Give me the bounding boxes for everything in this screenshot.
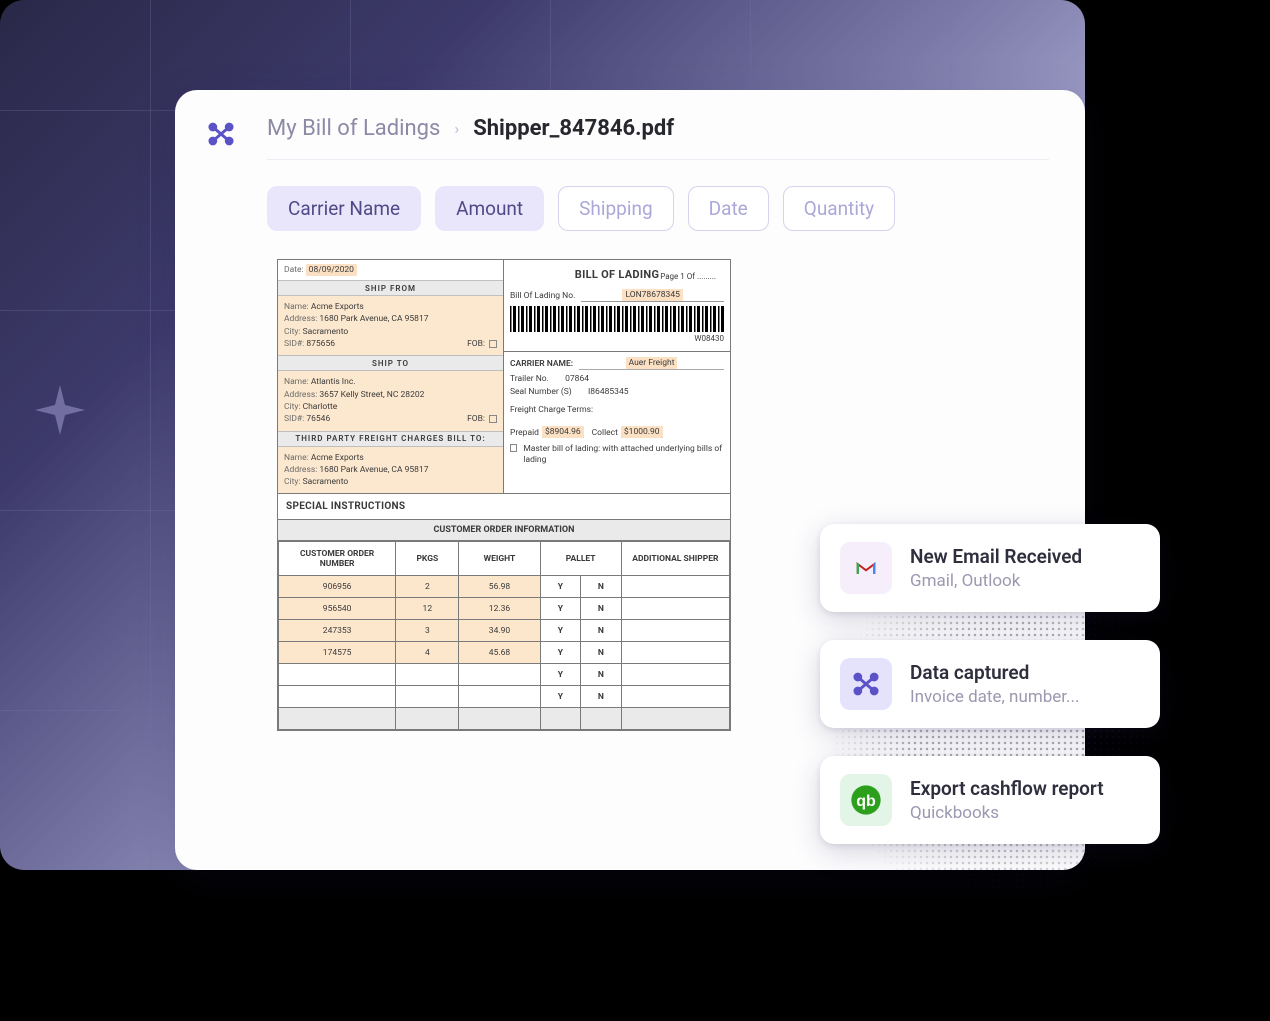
- card-subtitle: Invoice date, number...: [910, 687, 1079, 707]
- collect-value: $1000.90: [621, 426, 663, 438]
- sparkle-icon: [30, 380, 90, 440]
- prepaid-value: $8904.96: [542, 426, 584, 438]
- breadcrumb-current: Shipper_847846.pdf: [473, 116, 674, 141]
- master-label: Master bill of lading: with attached und…: [523, 444, 724, 465]
- chip-date[interactable]: Date: [688, 186, 769, 231]
- bill-of-lading-document: Date: 08/09/2020 SHIP FROM Name: Acme Ex…: [277, 259, 731, 731]
- fob-checkbox[interactable]: [489, 340, 497, 348]
- ship-from-block: Name: Acme Exports Address: 1680 Park Av…: [278, 296, 503, 356]
- svg-text:qb: qb: [856, 793, 876, 810]
- third-party-header: THIRD PARTY FREIGHT CHARGES BILL TO:: [278, 432, 503, 447]
- table-row: 174575445.68YN: [279, 642, 730, 664]
- barcode: [510, 306, 724, 332]
- table-row: YN: [279, 664, 730, 686]
- breadcrumb: My Bill of Ladings › Shipper_847846.pdf: [267, 116, 1049, 160]
- card-title: Data captured: [910, 661, 1079, 684]
- breadcrumb-parent[interactable]: My Bill of Ladings: [267, 116, 440, 141]
- card-qb[interactable]: qb Export cashflow report Quickbooks: [820, 756, 1160, 844]
- bolno-value: LON78678345: [622, 289, 682, 301]
- trailer-no: 07864: [565, 374, 589, 384]
- special-instructions-header: SPECIAL INSTRUCTIONS: [278, 493, 730, 519]
- card-subtitle: Gmail, Outlook: [910, 571, 1082, 591]
- chevron-right-icon: ›: [454, 119, 459, 138]
- card-gmail[interactable]: New Email Received Gmail, Outlook: [820, 524, 1160, 612]
- gmail-icon: [840, 542, 892, 594]
- chip-quantity[interactable]: Quantity: [783, 186, 895, 231]
- carrier-name: Auer Freight: [626, 357, 678, 369]
- fob-checkbox[interactable]: [489, 415, 497, 423]
- freight-terms-label: Freight Charge Terms:: [510, 405, 593, 415]
- card-subtitle: Quickbooks: [910, 803, 1104, 823]
- nanonets-logo-icon: [207, 120, 235, 148]
- master-checkbox[interactable]: [510, 444, 517, 452]
- order-table: CUSTOMER ORDER NUMBER PKGS WEIGHT PALLET…: [278, 541, 730, 730]
- chip-amount[interactable]: Amount: [435, 186, 544, 231]
- date-value: 08/09/2020: [306, 264, 357, 276]
- customer-order-info-header: CUSTOMER ORDER INFORMATION: [278, 519, 730, 541]
- card-title: New Email Received: [910, 545, 1082, 568]
- card-nano[interactable]: Data captured Invoice date, number...: [820, 640, 1160, 728]
- notification-cards: New Email Received Gmail, Outlook Data cap…: [820, 524, 1160, 844]
- qb-icon: qb: [840, 774, 892, 826]
- table-row: 9565401212.36YN: [279, 598, 730, 620]
- filter-chips: Carrier Name Amount Shipping Date Quantity: [267, 160, 1049, 259]
- card-title: Export cashflow report: [910, 777, 1104, 800]
- chip-shipping[interactable]: Shipping: [558, 186, 674, 231]
- third-party-block: Name: Acme Exports Address: 1680 Park Av…: [278, 447, 503, 494]
- ship-to-header: SHIP TO: [278, 356, 503, 371]
- bolno-label: Bill Of Lading No.: [510, 291, 575, 301]
- table-row: YN: [279, 686, 730, 708]
- table-row: 906956256.98YN: [279, 576, 730, 598]
- ship-to-block: Name: Atlantis Inc. Address: 3657 Kelly …: [278, 371, 503, 431]
- table-row: 247353334.90YN: [279, 620, 730, 642]
- page-of: Page 1 Of .........: [660, 272, 716, 281]
- date-label: Date:: [284, 265, 304, 275]
- ship-from-header: SHIP FROM: [278, 281, 503, 296]
- barcode-id: W08430: [510, 334, 724, 343]
- nano-icon: [840, 658, 892, 710]
- chip-carrier-name[interactable]: Carrier Name: [267, 186, 421, 231]
- seal-no: I86485345: [588, 387, 629, 397]
